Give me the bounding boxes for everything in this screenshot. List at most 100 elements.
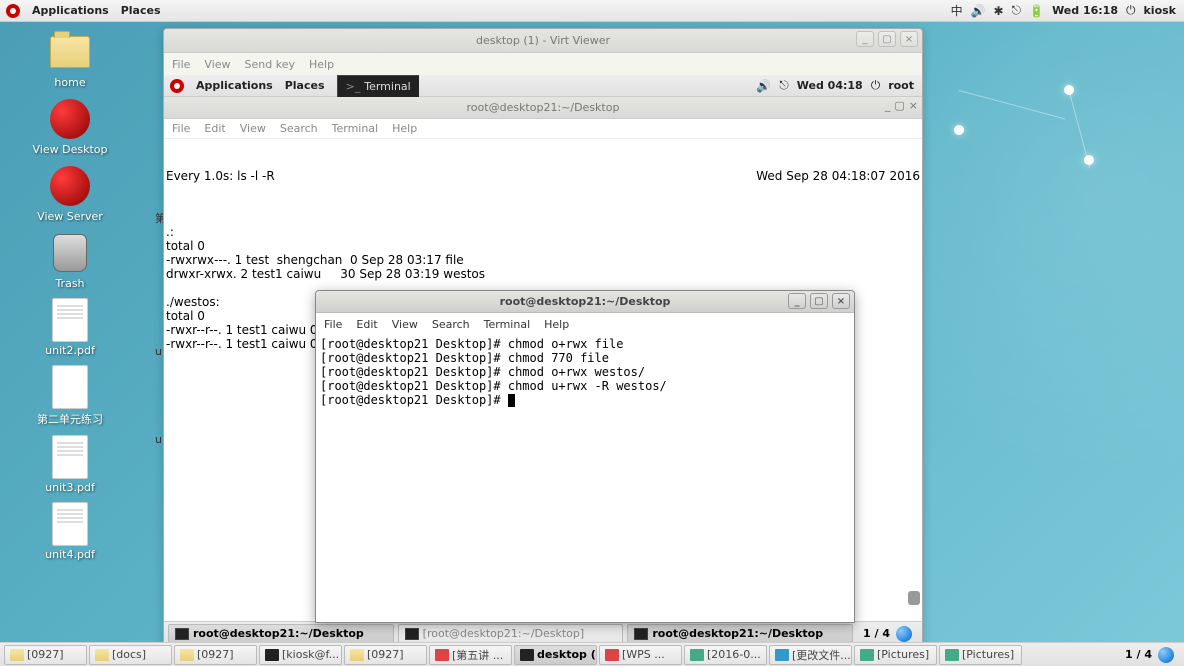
taskbar-item[interactable]: [2016-0... bbox=[684, 645, 767, 665]
menu-help[interactable]: Help bbox=[309, 58, 334, 71]
menu-terminal[interactable]: Terminal bbox=[332, 122, 379, 135]
minimize-button[interactable]: _ bbox=[856, 31, 874, 47]
menu-edit[interactable]: Edit bbox=[356, 318, 377, 331]
icon-label: unit2.pdf bbox=[45, 344, 95, 357]
bluetooth-icon[interactable]: ✱ bbox=[994, 4, 1004, 18]
taskbar-item[interactable]: [第五讲 ... bbox=[429, 645, 512, 665]
menu-file[interactable]: File bbox=[172, 122, 190, 135]
minimize-button[interactable]: _ bbox=[885, 99, 891, 112]
network-icon[interactable]: ⎋ bbox=[779, 78, 789, 93]
terminal-taskbutton[interactable]: >_ Terminal bbox=[337, 75, 419, 97]
ime-indicator[interactable]: 中 bbox=[951, 2, 963, 19]
taskbar-item[interactable]: [kiosk@f... bbox=[259, 645, 342, 665]
virt-menubar: File View Send key Help bbox=[164, 53, 922, 75]
scrollbar[interactable] bbox=[908, 591, 920, 605]
power-icon[interactable]: ⏻ bbox=[1126, 3, 1136, 18]
clock[interactable]: Wed 16:18 bbox=[1052, 4, 1118, 17]
menu-search[interactable]: Search bbox=[432, 318, 470, 331]
app-icon bbox=[10, 649, 24, 661]
battery-icon[interactable]: 🔋 bbox=[1029, 4, 1044, 18]
watch-term-titlebar[interactable]: root@desktop21:~/Desktop _ ▢ × bbox=[164, 97, 922, 119]
watch-command: Every 1.0s: ls -l -R bbox=[166, 169, 275, 183]
app-icon bbox=[350, 649, 364, 661]
taskbar-item[interactable]: root@desktop21:~/Desktop bbox=[627, 624, 853, 644]
app-icon bbox=[775, 649, 789, 661]
pdf-icon bbox=[52, 502, 88, 546]
desktop-icons: home View Desktop View Server Trash unit… bbox=[10, 30, 130, 561]
trash[interactable]: Trash bbox=[10, 231, 130, 290]
applications-menu[interactable]: Applications bbox=[196, 79, 273, 92]
terminal-icon bbox=[634, 628, 648, 640]
app-icon bbox=[435, 649, 449, 661]
show-desktop-button[interactable] bbox=[1158, 647, 1174, 663]
menu-search[interactable]: Search bbox=[280, 122, 318, 135]
pdf-icon bbox=[52, 298, 88, 342]
menu-help[interactable]: Help bbox=[544, 318, 569, 331]
minimize-button[interactable]: _ bbox=[788, 293, 806, 309]
maximize-button[interactable]: ▢ bbox=[894, 99, 904, 112]
home-folder[interactable]: home bbox=[10, 30, 130, 89]
taskbar-item[interactable]: [更改文件... bbox=[769, 645, 852, 665]
power-icon[interactable]: ⏻ bbox=[871, 78, 881, 93]
file-unit4[interactable]: unit4.pdf bbox=[10, 502, 130, 561]
taskbar-item[interactable]: root@desktop21:~/Desktop bbox=[168, 624, 394, 644]
fg-term-titlebar[interactable]: root@desktop21:~/Desktop _ ▢ × bbox=[316, 291, 854, 313]
menu-file[interactable]: File bbox=[172, 58, 190, 71]
menu-help[interactable]: Help bbox=[392, 122, 417, 135]
app-icon bbox=[860, 649, 874, 661]
file-unit2[interactable]: unit2.pdf bbox=[10, 298, 130, 357]
doc-icon bbox=[52, 365, 88, 409]
file-unit3[interactable]: unit3.pdf bbox=[10, 435, 130, 494]
terminal-icon bbox=[405, 628, 419, 640]
redhat-icon bbox=[50, 166, 90, 206]
view-server-launcher[interactable]: View Server bbox=[10, 164, 130, 223]
menu-view[interactable]: View bbox=[204, 58, 230, 71]
clock[interactable]: Wed 04:18 bbox=[797, 79, 863, 92]
user-menu[interactable]: kiosk bbox=[1143, 4, 1176, 17]
close-button[interactable]: × bbox=[909, 99, 918, 112]
icon-label: Trash bbox=[55, 277, 84, 290]
app-icon bbox=[945, 649, 959, 661]
menu-terminal[interactable]: Terminal bbox=[484, 318, 531, 331]
menu-view[interactable]: View bbox=[240, 122, 266, 135]
places-menu[interactable]: Places bbox=[121, 4, 161, 17]
taskbar-item[interactable]: [Pictures] bbox=[854, 645, 937, 665]
places-menu[interactable]: Places bbox=[285, 79, 325, 92]
taskbar-item[interactable]: [docs] bbox=[89, 645, 172, 665]
workspace-indicator[interactable]: 1 / 4 bbox=[863, 627, 890, 640]
workspace-indicator[interactable]: 1 / 4 bbox=[1125, 648, 1152, 661]
taskbar-item[interactable]: [WPS ... bbox=[599, 645, 682, 665]
taskbar-item[interactable]: desktop (... bbox=[514, 645, 597, 665]
user-menu[interactable]: root bbox=[888, 79, 914, 92]
terminal-prompt-icon: >_ bbox=[346, 80, 361, 93]
fg-term-menubar: File Edit View Search Terminal Help bbox=[316, 313, 854, 335]
menu-edit[interactable]: Edit bbox=[204, 122, 225, 135]
fg-term-output[interactable]: [root@desktop21 Desktop]# chmod o+rwx fi… bbox=[316, 335, 854, 622]
menu-sendkey[interactable]: Send key bbox=[245, 58, 295, 71]
taskbar-item[interactable]: [0927] bbox=[174, 645, 257, 665]
folder-icon bbox=[50, 36, 90, 68]
maximize-button[interactable]: ▢ bbox=[810, 293, 828, 309]
file-odt[interactable]: 第二单元练习 bbox=[10, 365, 130, 427]
taskbar-item[interactable]: [0927] bbox=[344, 645, 427, 665]
virt-titlebar[interactable]: desktop (1) - Virt Viewer _ ▢ × bbox=[164, 29, 922, 53]
menu-file[interactable]: File bbox=[324, 318, 342, 331]
app-icon bbox=[605, 649, 619, 661]
taskbar-item[interactable]: [0927] bbox=[4, 645, 87, 665]
maximize-button[interactable]: ▢ bbox=[878, 31, 896, 47]
volume-icon[interactable]: 🔊 bbox=[756, 79, 771, 93]
volume-icon[interactable]: 🔊 bbox=[971, 4, 986, 18]
view-desktop-launcher[interactable]: View Desktop bbox=[10, 97, 130, 156]
taskbar-item[interactable]: [root@desktop21:~/Desktop] bbox=[398, 624, 624, 644]
close-button[interactable]: × bbox=[832, 293, 850, 309]
applications-menu[interactable]: Applications bbox=[32, 4, 109, 17]
guest-top-panel: Applications Places >_ Terminal 🔊 ⎋ Wed … bbox=[164, 75, 922, 97]
show-desktop-button[interactable] bbox=[896, 626, 912, 642]
close-button[interactable]: × bbox=[900, 31, 918, 47]
network-icon[interactable]: ⎋ bbox=[1012, 3, 1022, 18]
foreground-terminal-window[interactable]: root@desktop21:~/Desktop _ ▢ × File Edit… bbox=[315, 290, 855, 623]
redhat-icon bbox=[50, 99, 90, 139]
taskbar-item[interactable]: [Pictures] bbox=[939, 645, 1022, 665]
window-title: root@desktop21:~/Desktop bbox=[500, 295, 671, 308]
menu-view[interactable]: View bbox=[392, 318, 418, 331]
